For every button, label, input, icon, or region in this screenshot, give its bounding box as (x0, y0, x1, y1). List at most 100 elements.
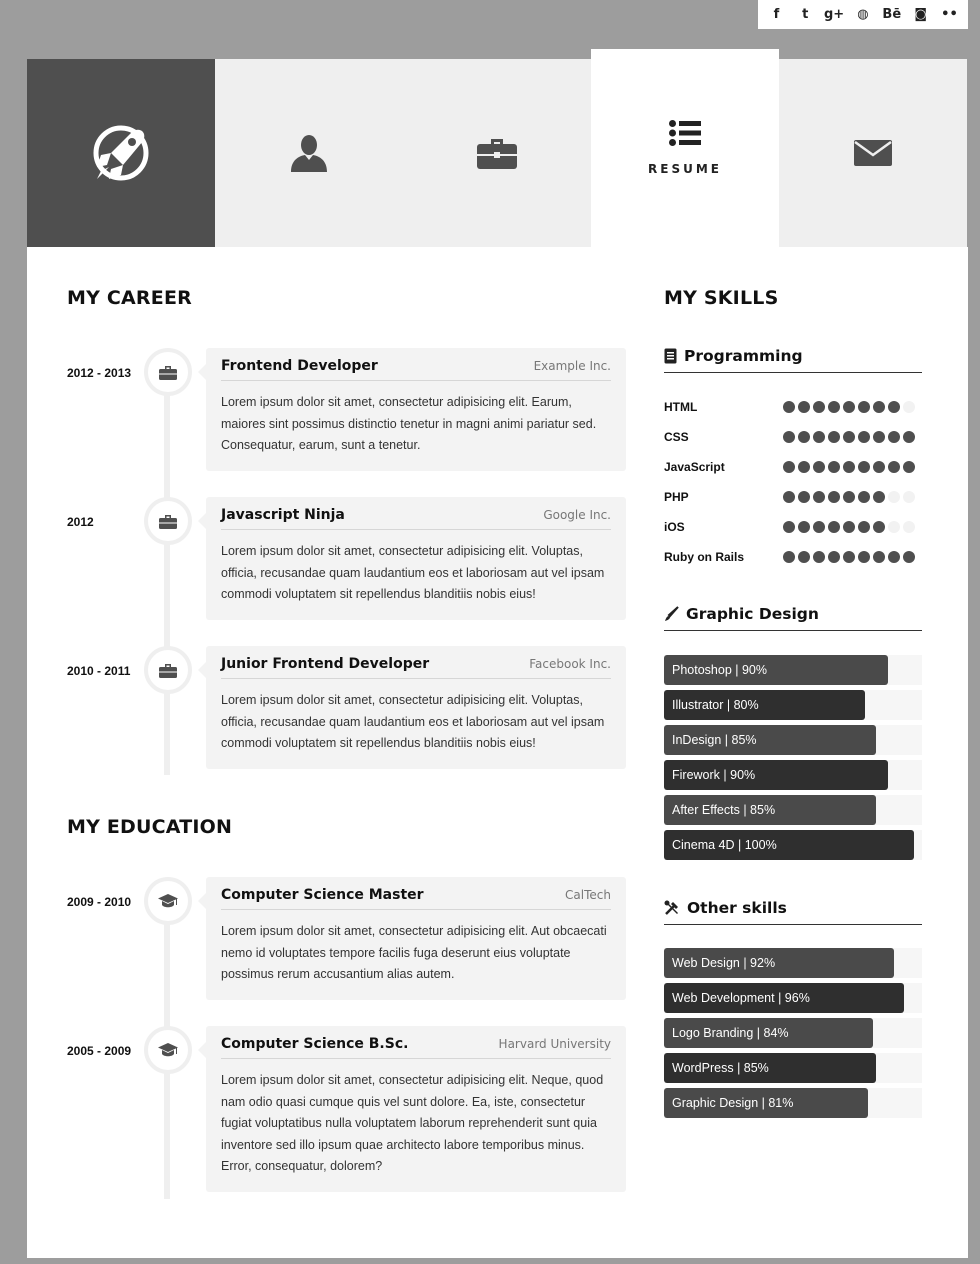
rating-dot (843, 491, 855, 503)
rating-dot (903, 401, 915, 413)
graphic-skill-fill: After Effects | 85% (664, 795, 876, 825)
rating-dot (858, 521, 870, 533)
rating-dot (873, 521, 885, 533)
instagram-icon[interactable]: ◙ (910, 4, 932, 26)
other-skill-bar: Web Design | 92% (664, 948, 922, 978)
career-timeline-line (164, 357, 170, 775)
twitter-icon[interactable]: t (794, 4, 816, 26)
skill-rating (783, 551, 915, 563)
graphic-design-header: Graphic Design (664, 605, 922, 631)
rating-dot (828, 401, 840, 413)
other-skill-bar: Graphic Design | 81% (664, 1088, 922, 1118)
career-company: Google Inc. (543, 508, 611, 522)
briefcase-icon (159, 514, 177, 529)
other-skill-fill: Graphic Design | 81% (664, 1088, 868, 1118)
envelope-icon (854, 140, 892, 166)
graphic-skill-fill: Cinema 4D | 100% (664, 830, 915, 860)
rating-dot (783, 461, 795, 473)
career-marker (144, 348, 192, 396)
career-role: Junior Frontend Developer (221, 656, 430, 672)
rating-dot (873, 551, 885, 563)
career-card-header: Junior Frontend Developer Facebook Inc. (221, 656, 611, 679)
rating-dot (828, 431, 840, 443)
career-marker (144, 497, 192, 545)
programming-skill-row: PHP (664, 487, 922, 507)
rating-dot (813, 461, 825, 473)
career-card-header: Javascript Ninja Google Inc. (221, 507, 611, 530)
rating-dot (873, 461, 885, 473)
facebook-icon[interactable]: f (765, 4, 787, 26)
rating-dot (888, 401, 900, 413)
career-card: Junior Frontend Developer Facebook Inc. Lo… (198, 646, 626, 769)
career-date: 2010 - 2011 (67, 664, 131, 678)
rating-dot (813, 491, 825, 503)
rating-dot (858, 431, 870, 443)
other-skills-title: Other skills (687, 899, 787, 917)
tab-resume[interactable]: RESUME (591, 49, 779, 247)
skill-rating (783, 461, 915, 473)
rating-dot (783, 551, 795, 563)
skill-name: iOS (664, 520, 685, 534)
google-plus-icon[interactable]: g+ (823, 4, 845, 26)
tab-home[interactable] (27, 59, 215, 247)
rating-dot (798, 401, 810, 413)
career-description: Lorem ipsum dolor sit amet, consectetur … (221, 544, 605, 601)
tab-contact[interactable] (779, 59, 967, 247)
rating-dot (828, 551, 840, 563)
graphic-skill-bar: InDesign | 85% (664, 725, 922, 755)
user-icon (291, 135, 327, 172)
skill-rating (783, 401, 915, 413)
rocket-logo-icon (93, 125, 149, 181)
education-card-header: Computer Science B.Sc. Harvard University (221, 1036, 611, 1059)
career-role: Frontend Developer (221, 358, 378, 374)
other-skill-fill: Web Design | 92% (664, 948, 894, 978)
behance-icon[interactable]: Bē (881, 4, 903, 26)
rating-dot (858, 491, 870, 503)
dribbble-icon[interactable]: ◍ (852, 4, 874, 26)
tab-about[interactable] (215, 59, 403, 247)
education-date: 2005 - 2009 (67, 1044, 132, 1058)
rating-dot (783, 521, 795, 533)
rating-dot (873, 491, 885, 503)
other-skills-header: Other skills (664, 899, 922, 925)
programming-skill-row: Ruby on Rails (664, 547, 922, 567)
skill-rating (783, 521, 915, 533)
education-heading: MY EDUCATION (67, 816, 233, 838)
rating-dot (798, 431, 810, 443)
rating-dot (903, 551, 915, 563)
rating-dot (858, 551, 870, 563)
career-date: 2012 - 2013 (67, 366, 132, 380)
rating-dot (783, 491, 795, 503)
career-card-header: Frontend Developer Example Inc. (221, 358, 611, 381)
rating-dot (843, 461, 855, 473)
other-skill-fill: Logo Branding | 84% (664, 1018, 873, 1048)
flickr-icon[interactable]: •• (938, 4, 960, 26)
programming-skill-row: HTML (664, 397, 922, 417)
rating-dot (813, 551, 825, 563)
programming-skill-row: iOS (664, 517, 922, 537)
resume-panel: MY CAREER 2012 - 2013 Frontend Developer E… (27, 247, 968, 1258)
education-description: Lorem ipsum dolor sit amet, consectetur … (221, 1073, 604, 1173)
programming-skill-row: JavaScript (664, 457, 922, 477)
education-marker (144, 877, 192, 925)
skill-name: CSS (664, 430, 689, 444)
other-skill-bar: Logo Branding | 84% (664, 1018, 922, 1048)
rating-dot (903, 461, 915, 473)
skills-heading: MY SKILLS (664, 287, 779, 309)
rating-dot (828, 491, 840, 503)
graphic-skill-bar: Firework | 90% (664, 760, 922, 790)
rating-dot (828, 521, 840, 533)
education-company: Harvard University (498, 1037, 611, 1051)
rating-dot (888, 431, 900, 443)
skill-rating (783, 491, 915, 503)
graphic-skill-bar: Photoshop | 90% (664, 655, 922, 685)
tab-portfolio[interactable] (403, 59, 591, 247)
rating-dot (798, 521, 810, 533)
skill-name: Ruby on Rails (664, 550, 745, 564)
skill-name: JavaScript (664, 460, 725, 474)
graphic-skill-fill: Illustrator | 80% (664, 690, 866, 720)
rating-dot (843, 401, 855, 413)
education-card: Computer Science B.Sc. Harvard University… (198, 1026, 626, 1192)
rating-dot (783, 401, 795, 413)
rating-dot (888, 461, 900, 473)
